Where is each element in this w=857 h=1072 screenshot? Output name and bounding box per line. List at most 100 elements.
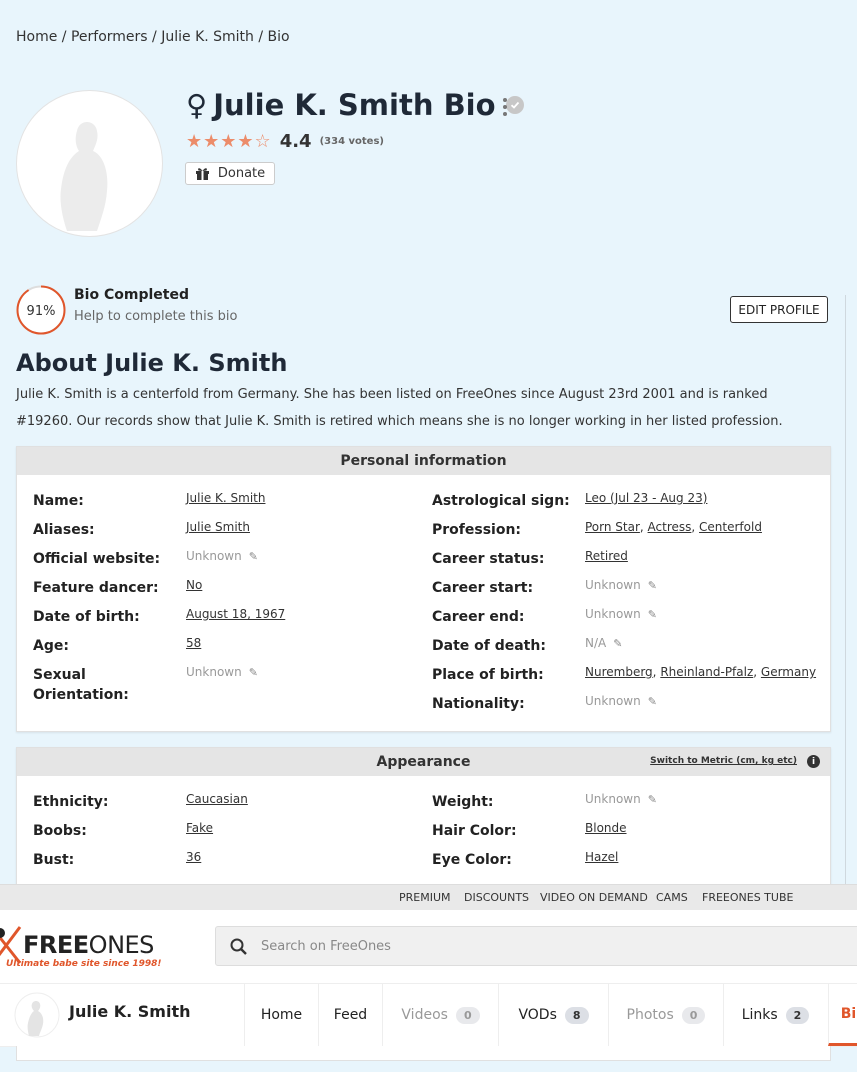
field-value: 58 — [186, 636, 201, 650]
field-value: Unknown ✎ — [585, 607, 657, 621]
tab-bi[interactable]: Bi — [828, 984, 857, 1046]
bio-completed-title: Bio Completed — [74, 287, 189, 303]
field-link[interactable]: Porn Star — [585, 520, 640, 534]
rating-votes: (334 votes) — [319, 136, 384, 147]
about-text: Julie K. Smith is a centerfold from Germ… — [16, 387, 783, 429]
field-label: Date of birth: — [33, 609, 140, 625]
field-value: Julie K. Smith — [186, 491, 265, 505]
breadcrumb-performers[interactable]: Performers — [71, 29, 148, 45]
bio-progress-ring: 91% — [16, 285, 66, 335]
field-label: Place of birth: — [432, 667, 544, 683]
pencil-icon[interactable]: ✎ — [648, 608, 657, 621]
field-link[interactable]: No — [186, 578, 202, 592]
tab-label: Links — [741, 1007, 778, 1023]
appearance-heading: Appearance Switch to Metric (cm, kg etc)… — [17, 748, 830, 776]
field-link[interactable]: Nuremberg — [585, 665, 653, 679]
pencil-icon[interactable]: ✎ — [249, 550, 258, 563]
field-label: Eye Color: — [432, 852, 512, 868]
tab-label: Videos — [401, 1007, 448, 1023]
field-label: Date of death: — [432, 638, 546, 654]
field-value: Unknown ✎ — [186, 665, 258, 679]
field-link[interactable]: Actress — [648, 520, 692, 534]
pencil-icon[interactable]: ✎ — [613, 637, 622, 650]
field-value: No — [186, 578, 202, 592]
pencil-icon[interactable]: ✎ — [648, 579, 657, 592]
field-label: Career start: — [432, 580, 534, 596]
pencil-icon[interactable]: ✎ — [648, 793, 657, 806]
field-value: Unknown ✎ — [585, 578, 657, 592]
pencil-icon[interactable]: ✎ — [648, 695, 657, 708]
breadcrumb-home[interactable]: Home — [16, 29, 57, 45]
more-vertical-icon[interactable] — [500, 97, 510, 117]
search-input[interactable]: Search on FreeOnes — [215, 926, 857, 966]
tab-label: Feed — [333, 1007, 368, 1023]
edit-profile-button[interactable]: EDIT PROFILE — [730, 296, 828, 323]
field-link[interactable]: Caucasian — [186, 792, 248, 806]
field-link[interactable]: Rheinland-Pfalz — [660, 665, 753, 679]
field-unknown-value: Unknown — [186, 549, 242, 563]
field-link[interactable]: Fake — [186, 821, 213, 835]
info-icon[interactable]: i — [807, 755, 820, 768]
field-value: Julie Smith — [186, 520, 250, 534]
tab-label: Bi — [840, 1005, 857, 1022]
bio-progress-percent: 91% — [27, 304, 56, 319]
topnav-cams[interactable]: CAMS — [656, 891, 688, 904]
field-value: Retired — [585, 549, 628, 563]
field-label: Official website: — [33, 551, 161, 567]
field-link[interactable]: Germany — [761, 665, 816, 679]
profile-avatar — [16, 90, 163, 237]
topnav-discounts[interactable]: DISCOUNTS — [464, 891, 529, 904]
field-label: Bust: — [33, 852, 75, 868]
tab-home[interactable]: Home — [244, 984, 318, 1046]
tab-feed[interactable]: Feed — [318, 984, 382, 1046]
field-link[interactable]: Julie Smith — [186, 520, 250, 534]
field-label: Boobs: — [33, 823, 87, 839]
field-link[interactable]: August 18, 1967 — [186, 607, 285, 621]
freeones-logo[interactable]: FREEONES Ultimate babe site since 1998! — [0, 923, 162, 973]
performer-avatar[interactable] — [14, 992, 60, 1038]
tab-videos[interactable]: Videos 0 — [382, 984, 498, 1046]
field-link[interactable]: 58 — [186, 636, 201, 650]
card-heading-text: Appearance — [376, 754, 471, 770]
field-unknown-value: Unknown — [585, 694, 641, 708]
field-value: 36 — [186, 850, 201, 864]
field-link[interactable]: Hazel — [585, 850, 618, 864]
tab-vods[interactable]: VODs 8 — [498, 984, 608, 1046]
field-value: Nuremberg, Rheinland-Pfalz, Germany — [585, 665, 817, 679]
tab-photos[interactable]: Photos 0 — [608, 984, 723, 1046]
tab-count-badge: 2 — [785, 1006, 810, 1024]
field-value: August 18, 1967 — [186, 607, 285, 621]
rating-value: 4.4 — [279, 131, 312, 152]
field-label: Sexual Orientation: — [33, 667, 129, 703]
donate-button[interactable]: Donate — [185, 162, 275, 185]
breadcrumb-performer[interactable]: Julie K. Smith — [161, 29, 254, 45]
field-unknown-value: Unknown — [585, 578, 641, 592]
pencil-icon[interactable]: ✎ — [249, 666, 258, 679]
field-label: Astrological sign: — [432, 493, 570, 509]
field-value: Caucasian — [186, 792, 248, 806]
performer-name[interactable]: Julie K. Smith — [69, 1002, 191, 1021]
field-link[interactable]: Blonde — [585, 821, 627, 835]
topnav-premium[interactable]: PREMIUM — [399, 891, 451, 904]
switch-to-metric-link[interactable]: Switch to Metric (cm, kg etc) — [650, 756, 797, 766]
field-label: Profession: — [432, 522, 522, 538]
tab-links[interactable]: Links 2 — [723, 984, 827, 1046]
field-link[interactable]: 36 — [186, 850, 201, 864]
field-link[interactable]: Retired — [585, 549, 628, 563]
field-label: Ethnicity: — [33, 794, 109, 810]
bio-help-text[interactable]: Help to complete this bio — [74, 309, 237, 324]
tab-count-badge: 0 — [455, 1006, 480, 1024]
top-nav: PREMIUM DISCOUNTS VIDEO ON DEMAND CAMS F… — [0, 884, 857, 911]
rating-stars[interactable]: ★★★★☆ — [186, 131, 272, 152]
topnav-video-on-demand[interactable]: VIDEO ON DEMAND — [540, 891, 648, 904]
field-label: Career end: — [432, 609, 525, 625]
field-label: Weight: — [432, 794, 494, 810]
tab-label: Home — [260, 1007, 303, 1023]
field-link[interactable]: Leo (Jul 23 - Aug 23) — [585, 491, 707, 505]
search-placeholder: Search on FreeOnes — [261, 939, 391, 954]
field-value: Leo (Jul 23 - Aug 23) — [585, 491, 707, 505]
field-link[interactable]: Julie K. Smith — [186, 491, 265, 505]
field-link[interactable]: Centerfold — [699, 520, 762, 534]
field-value: Blonde — [585, 821, 627, 835]
topnav-freeones-tube[interactable]: FREEONES TUBE — [702, 891, 793, 904]
